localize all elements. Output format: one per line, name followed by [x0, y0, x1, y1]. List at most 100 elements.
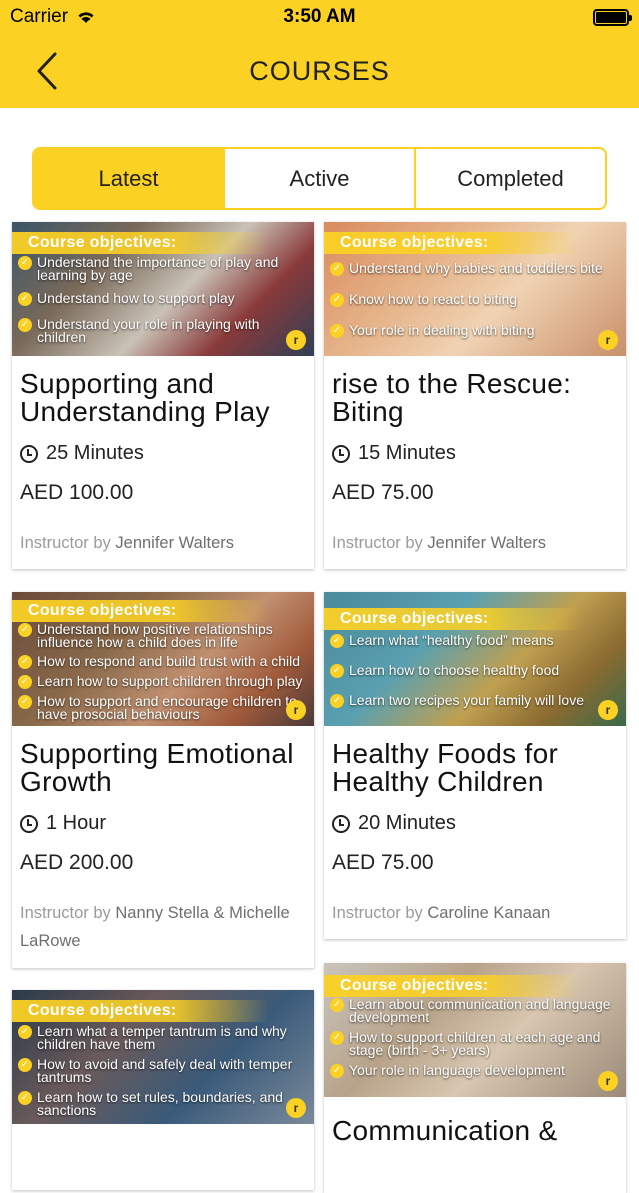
objective-item: ✓ Learn two recipes your family will love: [330, 693, 622, 708]
course-thumbnail: Course objectives: ✓ Understand why babie…: [324, 222, 626, 356]
course-title: Supporting and Understanding Play: [20, 368, 270, 427]
objective-item: ✓ Know how to react to biting: [330, 292, 622, 307]
course-instructor: Instructor by Caroline Kanaan: [332, 899, 618, 927]
objective-item: ✓ Learn what a temper tantrum is and why …: [18, 1024, 310, 1051]
check-icon: ✓: [18, 1091, 32, 1105]
course-card[interactable]: Course objectives: ✓ Understand why babie…: [324, 222, 626, 569]
course-title: Supporting Emotional Growth: [20, 738, 294, 797]
instructor-name: Jennifer Walters: [427, 534, 546, 552]
duration-label: 15 Minutes: [358, 442, 456, 464]
course-title: rise to the Rescue: Biting: [332, 368, 572, 427]
clock-icon: [20, 814, 38, 833]
check-icon: ✓: [18, 675, 32, 689]
objectives-list: ✓ Learn what a temper tantrum is and why …: [18, 1024, 310, 1124]
check-icon: ✓: [330, 998, 344, 1012]
objective-item: ✓ Learn how to support children through p…: [18, 674, 310, 689]
card-body: Communication &: [324, 1097, 626, 1145]
objective-item: ✓ How to support and encourage children t…: [18, 694, 310, 721]
clock-icon: [20, 444, 38, 463]
instructor-name: Jennifer Walters: [115, 534, 234, 552]
page-title: COURSES: [249, 55, 390, 86]
status-left: Carrier: [10, 6, 96, 28]
tab-completed[interactable]: Completed: [416, 149, 605, 208]
check-icon: ✓: [330, 664, 344, 678]
duration-label: 25 Minutes: [46, 442, 144, 464]
course-duration: 20 Minutes: [332, 812, 618, 835]
clock-icon: [332, 814, 350, 833]
brand-logo-icon: r: [286, 700, 306, 720]
check-icon: ✓: [18, 623, 32, 637]
instructor-prefix: Instructor by: [20, 904, 111, 922]
course-duration: 1 Hour: [20, 812, 306, 835]
course-thumbnail: Course objectives: ✓ Learn what a temper …: [12, 990, 314, 1124]
check-icon: ✓: [18, 318, 32, 332]
check-icon: ✓: [18, 292, 32, 306]
instructor-name: Caroline Kanaan: [427, 904, 551, 922]
duration-label: 1 Hour: [46, 812, 107, 834]
course-duration: 25 Minutes: [20, 442, 306, 465]
objectives-list: ✓ Learn about communication and language …: [330, 997, 622, 1085]
card-body: Supporting Emotional Growth 1 Hour AED 2…: [12, 726, 314, 955]
objectives-heading: Course objectives:: [12, 232, 314, 254]
tab-active[interactable]: Active: [225, 149, 416, 208]
status-bar: Carrier 3:50 AM: [0, 0, 639, 34]
wifi-icon: [78, 12, 94, 23]
course-instructor: Instructor by Jennifer Walters: [332, 529, 618, 557]
brand-logo-icon: r: [598, 700, 618, 720]
course-price: AED 100.00: [20, 481, 134, 504]
card-body: rise to the Rescue: Biting 15 Minutes AE…: [324, 356, 626, 557]
check-icon: ✓: [18, 695, 32, 709]
clock-icon: [332, 444, 350, 463]
objectives-heading: Course objectives:: [324, 975, 626, 997]
check-icon: ✓: [330, 694, 344, 708]
objective-item: ✓ Learn how to set rules, boundaries, and…: [18, 1090, 310, 1117]
objectives-heading: Course objectives:: [12, 600, 314, 622]
objective-item: ✓ Understand how to support play: [18, 291, 310, 306]
chevron-left-icon: [37, 52, 57, 90]
course-card[interactable]: Course objectives: ✓ Learn what “healthy …: [324, 592, 626, 939]
course-card[interactable]: Course objectives: ✓ Learn about communic…: [324, 963, 626, 1193]
check-icon: ✓: [18, 1058, 32, 1072]
check-icon: ✓: [330, 324, 344, 338]
check-icon: ✓: [330, 634, 344, 648]
check-icon: ✓: [18, 655, 32, 669]
objective-item: ✓ Understand how positive relationships i…: [18, 622, 310, 649]
check-icon: ✓: [18, 1025, 32, 1039]
course-card[interactable]: Course objectives: ✓ Understand the impor…: [12, 222, 314, 569]
objectives-heading: Course objectives:: [12, 1000, 314, 1022]
objective-item: ✓ How to respond and build trust with a c…: [18, 654, 310, 669]
objectives-list: ✓ Learn what “healthy food” means ✓ Learn …: [330, 633, 622, 715]
objective-item: ✓ Understand your role in playing with ch…: [18, 317, 310, 344]
course-card[interactable]: Course objectives: ✓ Understand how posit…: [12, 592, 314, 968]
duration-label: 20 Minutes: [358, 812, 456, 834]
course-thumbnail: Course objectives: ✓ Learn what “healthy …: [324, 592, 626, 726]
instructor-prefix: Instructor by: [20, 534, 111, 552]
course-card[interactable]: Course objectives: ✓ Learn what a temper …: [12, 990, 314, 1190]
objectives-list: ✓ Understand how positive relationships i…: [18, 622, 310, 726]
course-title: Healthy Foods for Healthy Children: [332, 738, 559, 797]
course-thumbnail: Course objectives: ✓ Understand the impor…: [12, 222, 314, 356]
course-price: AED 75.00: [332, 851, 434, 874]
objectives-heading: Course objectives:: [324, 232, 626, 254]
objective-item: ✓ Learn what “healthy food” means: [330, 633, 622, 648]
check-icon: ✓: [18, 256, 32, 270]
card-body: Healthy Foods for Healthy Children 20 Mi…: [324, 726, 626, 927]
check-icon: ✓: [330, 262, 344, 276]
objective-item: ✓ Learn about communication and language …: [330, 997, 622, 1024]
course-title: Communication &: [332, 1115, 558, 1146]
course-price: AED 200.00: [20, 851, 134, 874]
course-filter-tabs: Latest Active Completed: [32, 147, 607, 210]
course-instructor: Instructor by Nanny Stella & Michelle La…: [20, 899, 306, 955]
course-instructor: Instructor by Jennifer Walters: [20, 529, 306, 557]
back-button[interactable]: [24, 48, 70, 94]
tab-latest[interactable]: Latest: [34, 149, 225, 208]
brand-logo-icon: r: [598, 1071, 618, 1091]
brand-logo-icon: r: [286, 1098, 306, 1118]
instructor-prefix: Instructor by: [332, 534, 423, 552]
objective-item: ✓ How to support children at each age and…: [330, 1030, 622, 1057]
objective-item: ✓ How to avoid and safely deal with tempe…: [18, 1057, 310, 1084]
objective-item: ✓ Learn how to choose healthy food: [330, 663, 622, 678]
check-icon: ✓: [330, 1031, 344, 1045]
objective-item: ✓ Your role in language development: [330, 1063, 622, 1078]
course-duration: 15 Minutes: [332, 442, 618, 465]
